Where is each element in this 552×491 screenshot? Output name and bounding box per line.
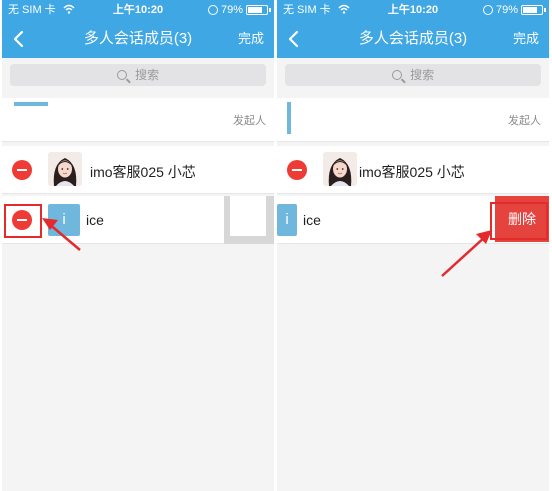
battery-icon: [521, 5, 546, 15]
avatar: i: [277, 204, 297, 236]
avatar: i: [48, 204, 80, 236]
member-name: ice: [86, 212, 104, 228]
battery-status: 79%: [207, 0, 271, 20]
done-button[interactable]: 完成: [513, 22, 539, 56]
avatar: [48, 152, 82, 186]
battery-status: 79%: [482, 0, 546, 20]
rotation-lock-icon: [207, 5, 218, 15]
nav-bar: 多人会话成员(3) 完成: [277, 22, 549, 56]
creator-avatar: [14, 102, 48, 106]
search-input[interactable]: 搜索: [285, 64, 541, 86]
member-name: ice: [303, 212, 321, 228]
top-bar: 无 SIM 卡 上午10:20 79% 多人会话成员(3) 完成: [2, 0, 274, 58]
rotation-lock-icon: [482, 5, 493, 15]
member-row: imo客服025 小芯: [2, 146, 274, 194]
avatar-photo-image: [323, 152, 357, 186]
done-button[interactable]: 完成: [238, 22, 264, 56]
status-bar: 无 SIM 卡 上午10:20 79%: [2, 0, 274, 20]
top-bar: 无 SIM 卡 上午10:20 79% 多人会话成员(3) 完成: [277, 0, 549, 58]
avatar-photo-image: [48, 152, 82, 186]
avatar: [323, 152, 357, 186]
page-title: 多人会话成员(3): [83, 30, 193, 47]
tutorial-composite: 无 SIM 卡 上午10:20 79% 多人会话成员(3) 完成 搜索 发起人 …: [0, 0, 552, 491]
search-placeholder: 搜索: [135, 68, 160, 82]
creator-label: 发起人: [508, 115, 541, 127]
search-input[interactable]: 搜索: [10, 64, 266, 86]
annotation-highlight-box: [490, 202, 548, 240]
search-icon: [116, 70, 127, 80]
member-name: imo客服025 小芯: [359, 164, 465, 180]
creator-row: 发起人: [277, 98, 549, 142]
annotation-highlight-box: [4, 204, 42, 238]
search-icon: [391, 70, 402, 80]
phone-screen-before: 无 SIM 卡 上午10:20 79% 多人会话成员(3) 完成 搜索 发起人 …: [2, 0, 274, 491]
battery-percent: 79%: [495, 4, 518, 16]
nav-bar: 多人会话成员(3) 完成: [2, 22, 274, 56]
battery-icon: [246, 5, 271, 15]
swipe-shadow-gap: [230, 196, 266, 236]
battery-percent: 79%: [220, 4, 243, 16]
swipe-shadow: [224, 196, 274, 244]
creator-row: 发起人: [2, 98, 274, 142]
remove-member-button[interactable]: [287, 160, 307, 180]
creator-label: 发起人: [233, 115, 266, 127]
member-row: imo客服025 小芯: [277, 146, 549, 194]
page-title: 多人会话成员(3): [358, 30, 468, 47]
creator-avatar: [287, 102, 291, 134]
search-placeholder: 搜索: [410, 68, 435, 82]
remove-member-button[interactable]: [12, 160, 32, 180]
status-bar: 无 SIM 卡 上午10:20 79%: [277, 0, 549, 20]
member-name: imo客服025 小芯: [90, 164, 196, 180]
phone-screen-after: 无 SIM 卡 上午10:20 79% 多人会话成员(3) 完成 搜索 发起人 …: [277, 0, 549, 491]
